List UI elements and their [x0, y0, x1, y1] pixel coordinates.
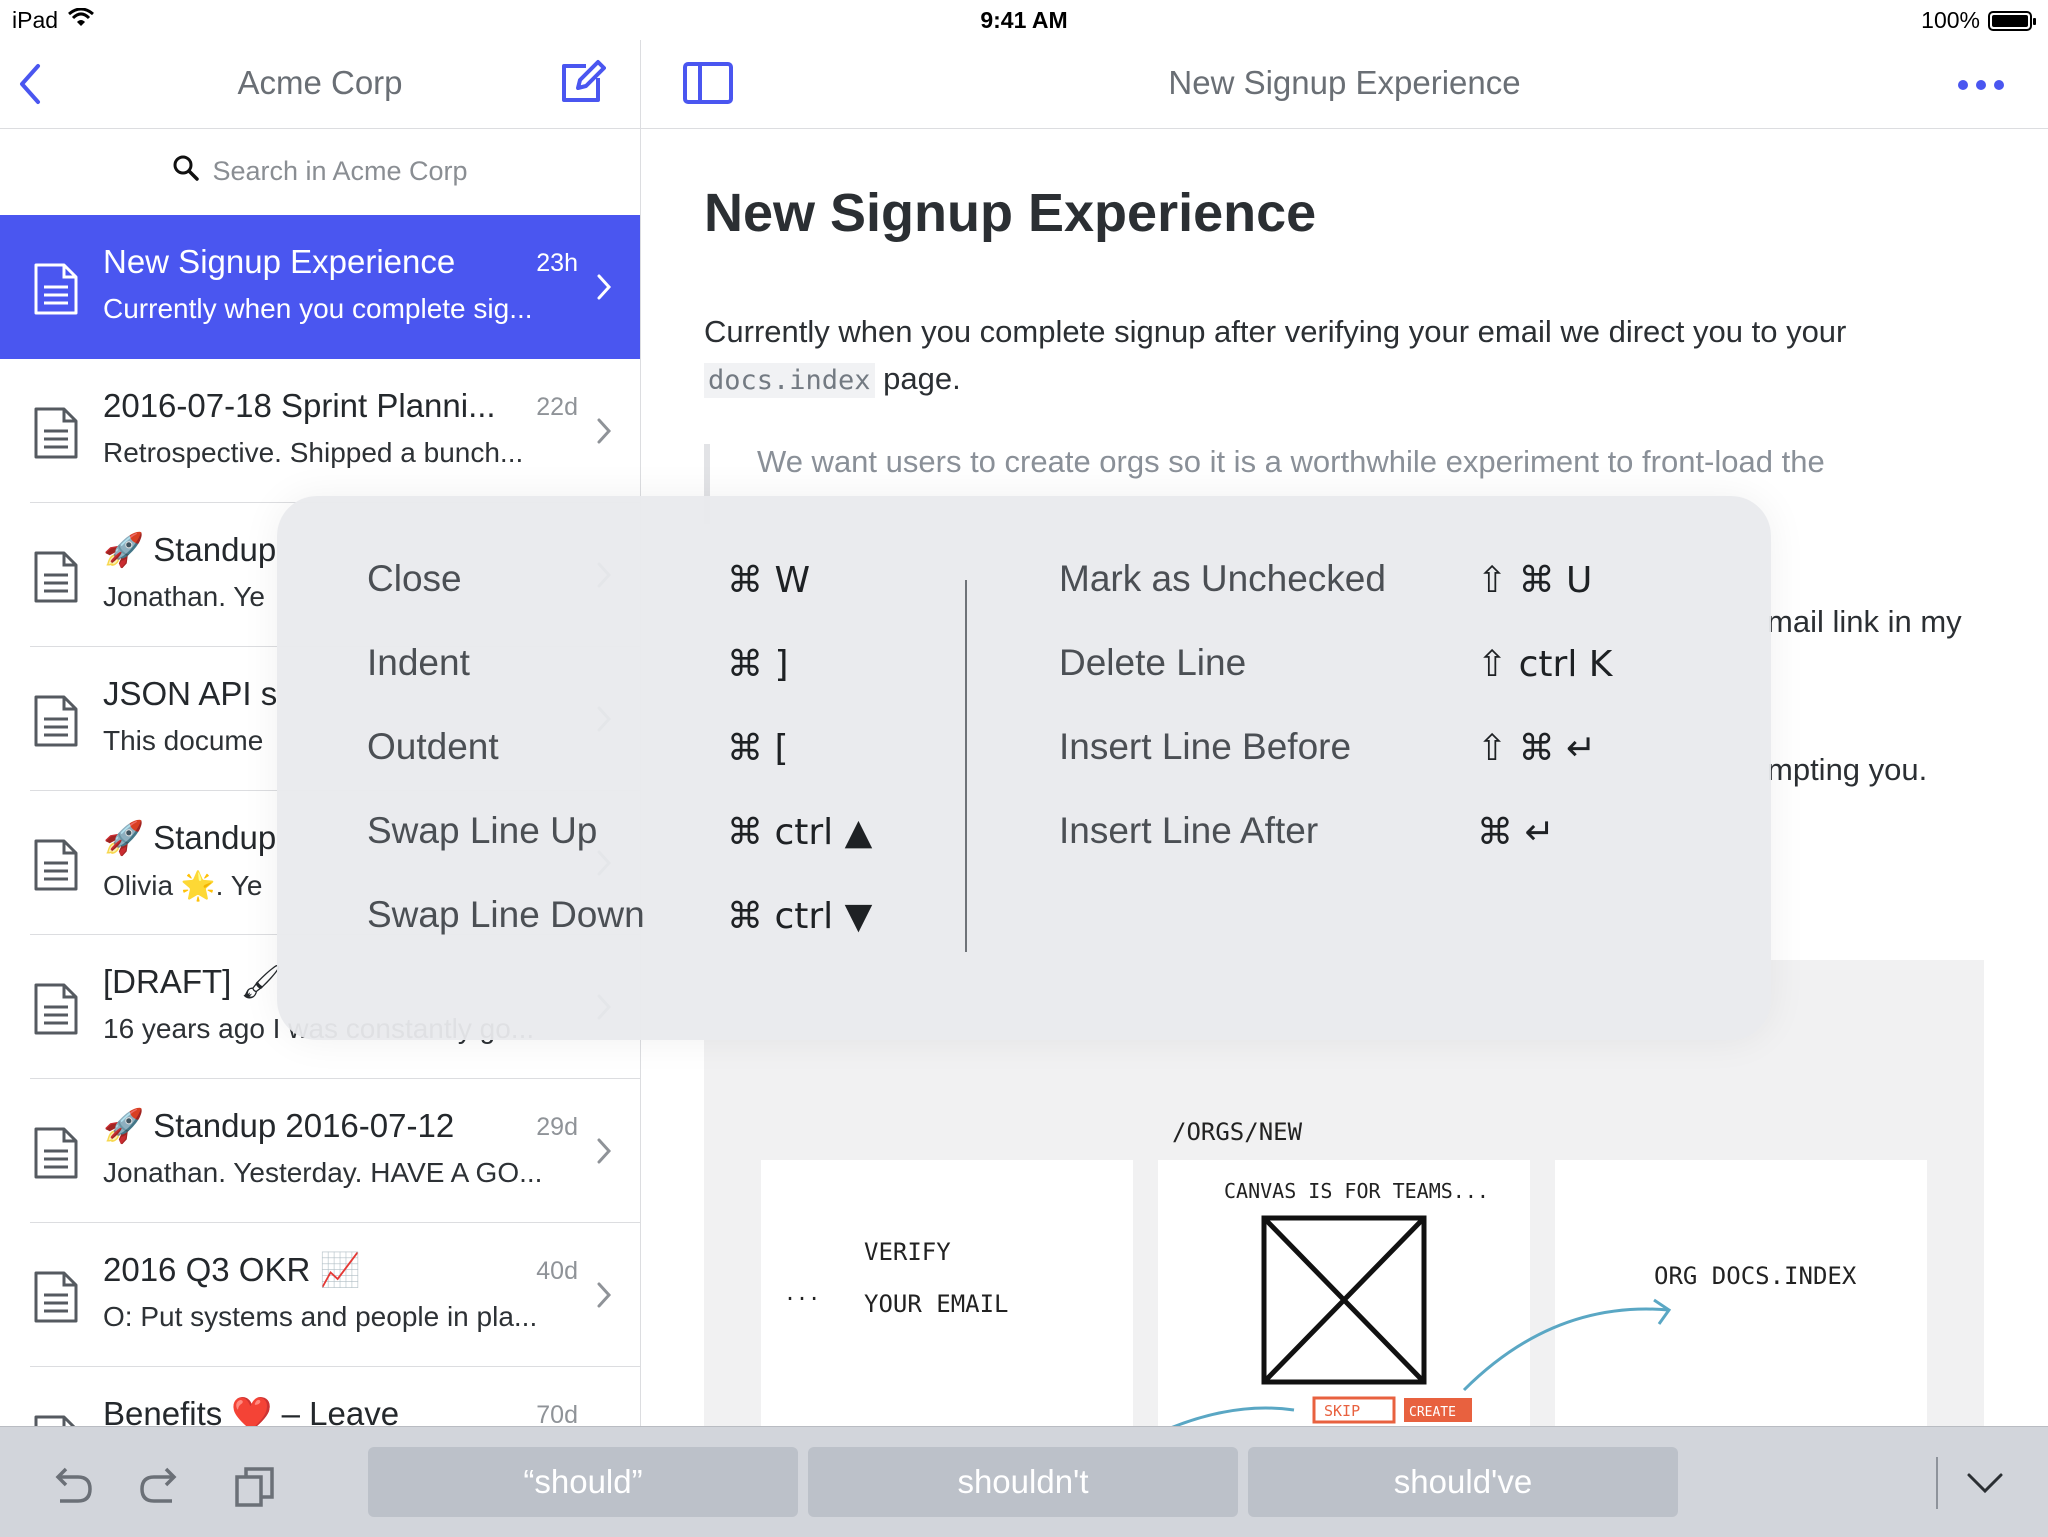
sketch-verify-label: VERIFY	[864, 1238, 951, 1266]
inline-code: docs.index	[704, 363, 875, 398]
document-snippet: Retrospective. Shipped a bunch...	[103, 437, 524, 468]
document-row[interactable]: 🚀 Standup 2016-07-12 Jonathan. Yesterday.…	[0, 1079, 640, 1223]
document-title: 2016 Q3 OKR 📈	[103, 1251, 361, 1288]
document-nav-title: New Signup Experience	[1168, 64, 1521, 101]
suggestion-3[interactable]: should've	[1248, 1447, 1678, 1517]
document-row[interactable]: 2016 Q3 OKR 📈 O: Put systems and people i…	[0, 1223, 640, 1367]
sketch-route-label: /ORGS/NEW	[1172, 1118, 1303, 1146]
document-icon	[32, 1413, 80, 1426]
document-age: 70d	[536, 1401, 578, 1426]
left-nav-bar: Acme Corp	[0, 40, 640, 129]
status-bar: iPad 9:41 AM 100%	[0, 0, 2048, 40]
shortcut-label: Indent	[367, 642, 470, 683]
suggestion-1[interactable]: “should”	[368, 1447, 798, 1517]
partial-text-line: mpting you.	[1767, 752, 1928, 787]
shortcut-label: Close	[367, 558, 462, 599]
document-title: New Signup Experience	[103, 243, 456, 280]
shortcut-keys: ⇧ ctrl K	[1477, 644, 1613, 685]
document-heading[interactable]: New Signup Experience	[704, 182, 1316, 244]
document-age: 29d	[536, 1113, 578, 1141]
shortcut-keys: ⌘ [	[727, 728, 789, 769]
document-icon	[32, 261, 80, 322]
clock: 9:41 AM	[980, 7, 1068, 33]
search-input[interactable]: Search in Acme Corp	[0, 129, 640, 214]
document-title: Benefits ❤️ – Leave	[103, 1395, 400, 1426]
document-icon	[32, 405, 80, 466]
hide-keyboard-icon[interactable]	[1965, 1471, 2005, 1500]
shortcut-label: Insert Line After	[1059, 810, 1319, 851]
document-age: 22d	[536, 393, 578, 421]
keyboard-shortcut-bar: “should” shouldn't should've	[0, 1426, 2048, 1537]
redo-icon[interactable]	[138, 1465, 184, 1510]
workspace-title: Acme Corp	[237, 64, 403, 101]
keyboard-bar-divider	[1936, 1457, 1938, 1509]
document-icon	[32, 1125, 80, 1186]
battery-icon	[1988, 10, 2036, 31]
document-icon	[32, 693, 80, 754]
search-placeholder: Search in Acme Corp	[212, 156, 468, 186]
paste-icon[interactable]	[234, 1465, 276, 1512]
sketch-email-label: YOUR EMAIL	[864, 1290, 1009, 1318]
sketch-skip-label: SKIP	[1324, 1402, 1360, 1420]
document-snippet: Currently when you complete sig...	[103, 293, 533, 324]
shortcut-label: Delete Line	[1059, 642, 1247, 683]
document-paragraph[interactable]: Currently when you complete signup after…	[704, 308, 2024, 404]
document-icon	[32, 837, 80, 898]
document-age: 40d	[536, 1257, 578, 1285]
shortcut-label: Outdent	[367, 726, 499, 767]
undo-icon[interactable]	[48, 1465, 94, 1510]
shortcut-keys: ⌘ ]	[727, 644, 789, 685]
overlay-divider	[965, 580, 967, 952]
suggestion-2[interactable]: shouldn't	[808, 1447, 1238, 1517]
chevron-right-icon	[596, 417, 612, 450]
shortcut-label: Swap Line Down	[367, 894, 645, 935]
battery-percent: 100%	[1921, 7, 1980, 33]
document-snippet: O: Put systems and people in pla...	[103, 1301, 538, 1332]
more-options-icon[interactable]	[1957, 78, 2005, 96]
paragraph-text-end: page.	[874, 361, 961, 396]
document-row[interactable]: Benefits ❤️ – Leave 70d	[0, 1367, 640, 1426]
shortcut-keys: ⇧ ⌘ U	[1477, 560, 1593, 601]
document-snippet: Jonathan. Yesterday. HAVE A GO...	[103, 1157, 543, 1188]
sketch-create-label: CREATE	[1409, 1405, 1456, 1420]
document-title: 🚀 Standup 2016-07-12	[103, 1107, 455, 1144]
shortcut-keys: ⌘ ctrl ▼	[727, 896, 873, 937]
shortcut-keys: ⌘ ↵	[1477, 812, 1555, 853]
chevron-right-icon	[596, 1137, 612, 1170]
sketch-org-docs-label: ORG DOCS.INDEX	[1654, 1262, 1857, 1290]
compose-icon[interactable]	[556, 58, 606, 113]
keyboard-shortcuts-overlay: Close ⌘ W Indent ⌘ ] Outdent ⌘ [ Swap Line Up ⌘…	[277, 496, 1771, 1040]
paragraph-text: Currently when you complete signup after…	[704, 314, 1847, 349]
shortcut-keys: ⌘ W	[727, 560, 811, 601]
document-icon	[32, 1269, 80, 1330]
document-icon	[32, 981, 80, 1042]
shortcut-keys: ⇧ ⌘ ↵	[1477, 728, 1597, 769]
sketch-canvas-label: CANVAS IS FOR TEAMS...	[1224, 1179, 1489, 1203]
chevron-right-icon	[596, 273, 612, 306]
shortcut-label: Mark as Unchecked	[1059, 558, 1386, 599]
document-title: 2016-07-18 Sprint Planni...	[103, 387, 496, 424]
partial-text-line: mail link in my	[1767, 604, 1962, 639]
shortcut-keys: ⌘ ctrl ▲	[727, 812, 873, 853]
search-icon	[172, 154, 200, 189]
document-row[interactable]: New Signup Experience Currently when you …	[0, 215, 640, 359]
right-nav-bar: New Signup Experience	[641, 40, 2048, 129]
document-row[interactable]: 2016-07-18 Sprint Planni... Retrospective…	[0, 359, 640, 503]
shortcut-label: Swap Line Up	[367, 810, 598, 851]
chevron-right-icon	[596, 1281, 612, 1314]
sketch-ellipsis: ...	[784, 1281, 820, 1305]
shortcut-label: Insert Line Before	[1059, 726, 1352, 767]
document-icon	[32, 549, 80, 610]
document-age: 23h	[536, 249, 578, 277]
